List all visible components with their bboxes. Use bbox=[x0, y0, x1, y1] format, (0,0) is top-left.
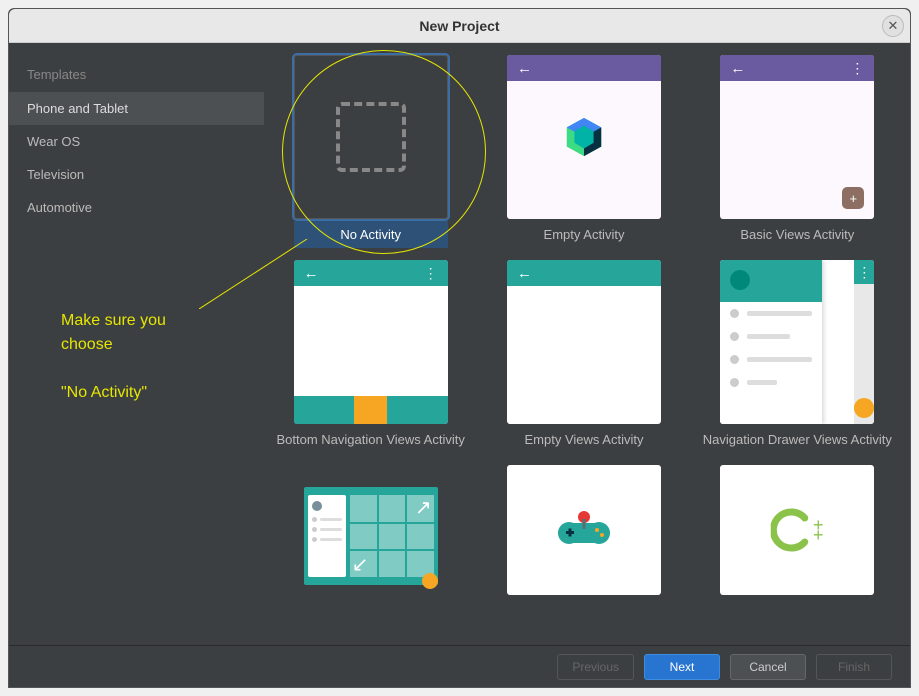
sidebar-item-label: Phone and Tablet bbox=[27, 101, 128, 116]
back-arrow-icon: ← bbox=[304, 265, 319, 282]
template-label: Empty Activity bbox=[544, 219, 625, 250]
close-icon: ✕ bbox=[888, 18, 899, 34]
sidebar-item-automotive[interactable]: Automotive bbox=[9, 191, 264, 224]
overflow-menu-icon: ⋮ bbox=[424, 265, 438, 282]
list-panel bbox=[308, 495, 346, 577]
template-tile-bottom-nav[interactable]: ← ⋮ Bottom Navigation Views Activity bbox=[276, 260, 465, 455]
sidebar: Templates Phone and Tablet Wear OS Telev… bbox=[9, 43, 264, 645]
previous-button: Previous bbox=[557, 654, 634, 680]
template-label: Bottom Navigation Views Activity bbox=[276, 424, 464, 455]
sidebar-item-wear-os[interactable]: Wear OS bbox=[9, 125, 264, 158]
template-tile-nav-drawer[interactable]: ⋮ Navigation Drawe bbox=[703, 260, 892, 455]
template-thumb: ← ⋮ bbox=[294, 260, 448, 424]
finish-button: Finish bbox=[816, 654, 892, 680]
template-thumb: ++ bbox=[720, 465, 874, 595]
titlebar: New Project ✕ bbox=[9, 9, 910, 43]
window-title: New Project bbox=[419, 18, 499, 34]
template-tile-empty-views[interactable]: ← Empty Views Activity bbox=[489, 260, 678, 455]
overflow-menu-icon: ⋮ bbox=[854, 260, 874, 284]
back-arrow-icon: ← bbox=[517, 60, 532, 77]
template-gallery: No Activity ← bbox=[264, 43, 910, 645]
template-tile-empty-activity[interactable]: ← Empty Activity bbox=[489, 55, 678, 250]
template-thumb: ← ⋮ + bbox=[720, 55, 874, 219]
content-strip: ⋮ bbox=[854, 260, 874, 424]
gamepad-icon bbox=[557, 505, 611, 555]
sidebar-header: Templates bbox=[9, 57, 264, 92]
expand-arrow-icon: ↗ bbox=[415, 495, 432, 520]
fab-plus-icon: + bbox=[842, 187, 864, 209]
back-arrow-icon: ← bbox=[730, 60, 745, 77]
next-button[interactable]: Next bbox=[644, 654, 720, 680]
avatar-icon bbox=[730, 270, 750, 290]
template-tile-responsive[interactable]: ↗ ↙ bbox=[276, 465, 465, 611]
cpp-icon: ++ bbox=[771, 508, 824, 552]
template-grid: No Activity ← bbox=[276, 55, 892, 611]
template-label: Navigation Drawer Views Activity bbox=[703, 424, 892, 455]
dashed-placeholder-icon bbox=[336, 102, 406, 172]
close-button[interactable]: ✕ bbox=[882, 15, 904, 37]
sidebar-item-phone-tablet[interactable]: Phone and Tablet bbox=[9, 92, 264, 125]
sidebar-item-label: Automotive bbox=[27, 200, 92, 215]
phone-appbar: ← bbox=[507, 55, 661, 81]
phone-appbar: ← ⋮ bbox=[720, 55, 874, 81]
phone-appbar: ← bbox=[507, 260, 661, 286]
sidebar-item-label: Wear OS bbox=[27, 134, 80, 149]
cancel-button[interactable]: Cancel bbox=[730, 654, 806, 680]
template-tile-native-cpp[interactable]: ++ bbox=[703, 465, 892, 611]
sidebar-item-label: Television bbox=[27, 167, 84, 182]
template-thumb: ← bbox=[507, 260, 661, 424]
dialog-footer: Previous Next Cancel Finish bbox=[9, 645, 910, 687]
nav-drawer bbox=[720, 260, 822, 424]
dialog-body: Templates Phone and Tablet Wear OS Telev… bbox=[9, 43, 910, 645]
expand-arrow-icon: ↙ bbox=[352, 552, 369, 577]
template-thumb bbox=[507, 465, 661, 595]
template-tile-no-activity[interactable]: No Activity bbox=[276, 55, 465, 250]
template-label: Basic Views Activity bbox=[740, 219, 854, 250]
sidebar-item-television[interactable]: Television bbox=[9, 158, 264, 191]
back-arrow-icon: ← bbox=[517, 265, 532, 282]
template-label: No Activity bbox=[294, 221, 448, 248]
drawer-header bbox=[720, 260, 822, 302]
new-project-dialog: New Project ✕ Templates Phone and Tablet… bbox=[8, 8, 911, 688]
template-tile-basic-views[interactable]: ← ⋮ + Basic Views Activity bbox=[703, 55, 892, 250]
bottom-nav-bar bbox=[294, 396, 448, 424]
phone-appbar: ← ⋮ bbox=[294, 260, 448, 286]
overflow-menu-icon: ⋮ bbox=[850, 60, 864, 77]
fab-icon bbox=[854, 398, 874, 418]
template-thumb: ↗ ↙ bbox=[294, 465, 448, 595]
fab-icon bbox=[422, 573, 438, 589]
template-thumb: ← bbox=[507, 55, 661, 219]
jetpack-compose-icon bbox=[561, 114, 607, 160]
template-thumb bbox=[294, 55, 448, 219]
template-label: Empty Views Activity bbox=[525, 424, 644, 455]
template-tile-game[interactable] bbox=[489, 465, 678, 611]
template-thumb: ⋮ bbox=[720, 260, 874, 424]
